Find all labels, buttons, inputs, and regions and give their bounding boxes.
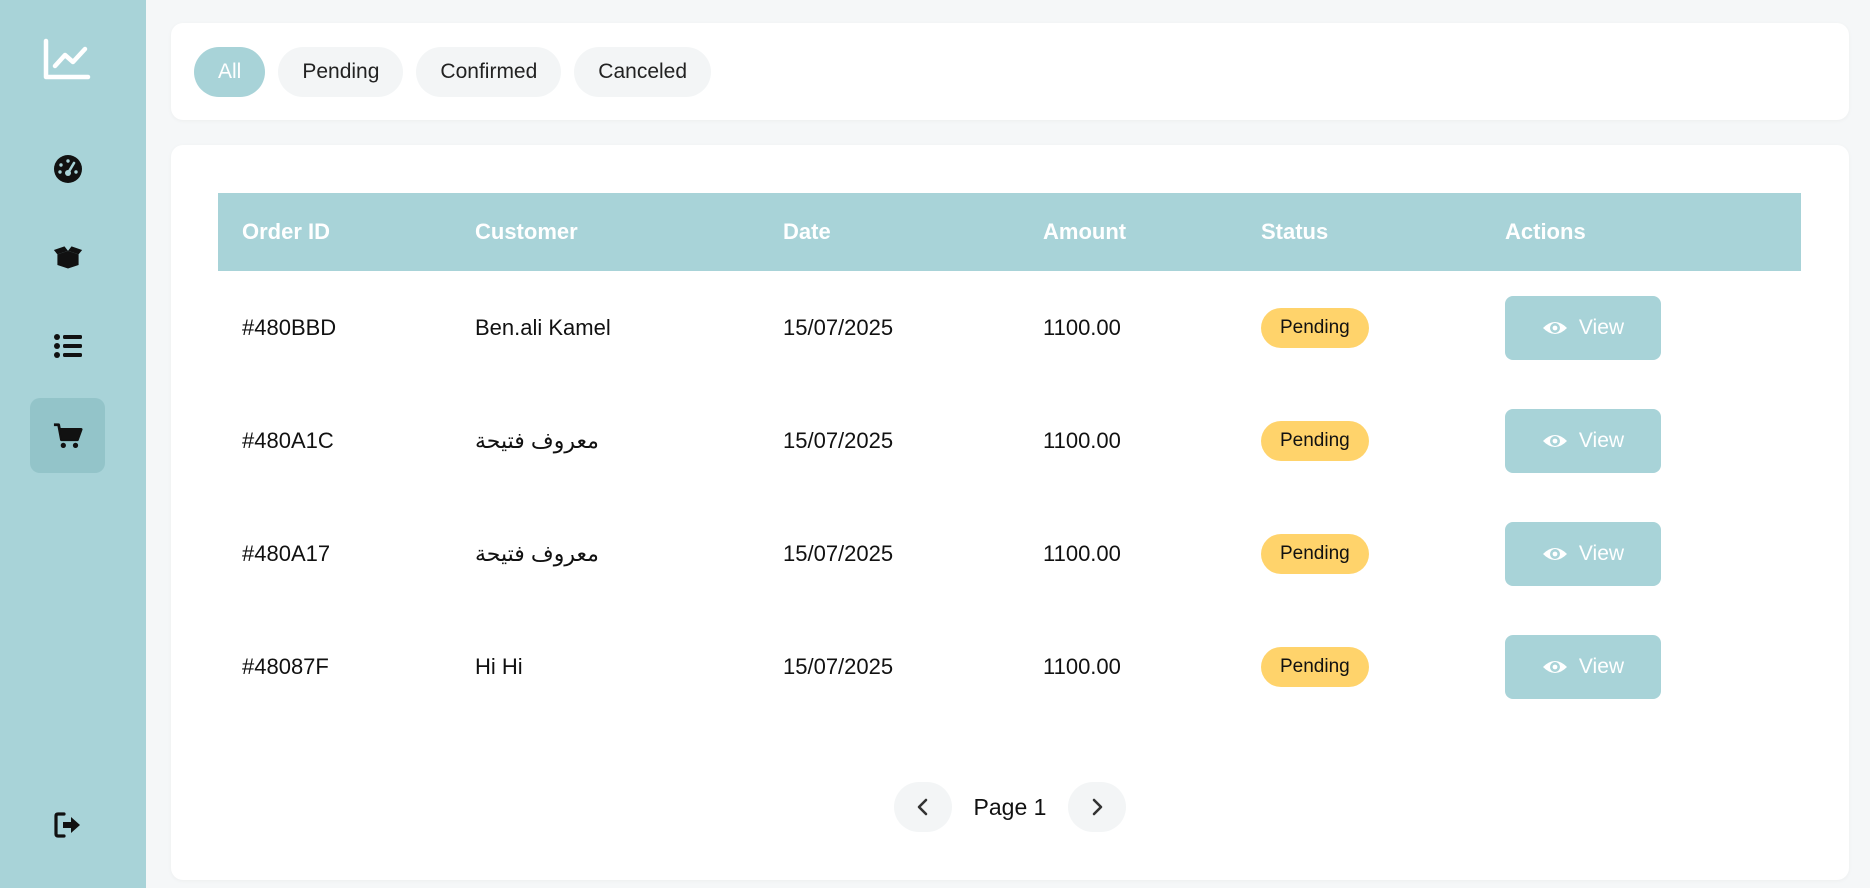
view-button-label: View: [1578, 541, 1625, 565]
filter-confirmed[interactable]: Confirmed: [416, 47, 562, 97]
table-row: #480A17 معروف فتيحة 15/07/2025 1100.00 P…: [218, 497, 1801, 610]
order-date: 15/07/2025: [783, 427, 894, 453]
order-date: 15/07/2025: [783, 653, 894, 679]
page-indicator: Page 1: [973, 793, 1047, 820]
sidebar: [0, 0, 146, 888]
pagination: Page 1: [171, 782, 1849, 832]
column-header-actions: Actions: [1505, 219, 1586, 244]
view-button[interactable]: View: [1505, 408, 1661, 473]
status-filters: All Pending Confirmed Canceled: [194, 47, 712, 97]
sidebar-item-dashboard[interactable]: [30, 131, 105, 206]
next-page-button[interactable]: [1068, 782, 1127, 832]
app-root: All Pending Confirmed Canceled Order ID …: [0, 0, 1870, 888]
filter-all[interactable]: All: [194, 47, 266, 97]
eye-icon: [1542, 547, 1567, 560]
logout-button[interactable]: [30, 787, 105, 862]
dashboard-gauge-icon: [53, 154, 82, 183]
eye-icon: [1542, 321, 1567, 334]
column-header-amount: Amount: [1043, 219, 1127, 244]
filter-bar: All Pending Confirmed Canceled: [171, 23, 1849, 120]
order-amount: 1100.00: [1043, 427, 1121, 453]
sign-out-icon: [53, 811, 80, 838]
filter-pending[interactable]: Pending: [278, 47, 404, 97]
table-header: Order ID Customer Date Amount Status Act…: [218, 193, 1801, 271]
customer-name: معروف فتيحة: [475, 427, 599, 453]
view-button-label: View: [1578, 428, 1625, 452]
column-header-order-id: Order ID: [242, 219, 331, 244]
order-id: #48087F: [242, 653, 329, 679]
chevron-right-icon: [1093, 798, 1103, 816]
sidebar-item-list[interactable]: [30, 308, 105, 383]
status-badge: Pending: [1261, 307, 1369, 348]
order-date: 15/07/2025: [783, 314, 894, 340]
orders-table: Order ID Customer Date Amount Status Act…: [218, 193, 1801, 723]
view-button[interactable]: View: [1505, 295, 1661, 360]
prev-page-button[interactable]: [893, 782, 952, 832]
line-chart-icon[interactable]: [43, 38, 91, 80]
column-header-customer: Customer: [475, 219, 578, 244]
view-button-label: View: [1578, 654, 1625, 678]
table-row: #480A1C معروف فتيحة 15/07/2025 1100.00 P…: [218, 384, 1801, 497]
order-date: 15/07/2025: [783, 540, 894, 566]
column-header-date: Date: [783, 219, 831, 244]
order-id: #480BBD: [242, 314, 337, 340]
view-button-label: View: [1578, 315, 1625, 339]
column-header-status: Status: [1261, 219, 1329, 244]
eye-icon: [1542, 660, 1567, 673]
order-id: #480A17: [242, 540, 331, 566]
sidebar-item-products[interactable]: [30, 219, 105, 294]
filter-canceled[interactable]: Canceled: [574, 47, 712, 97]
sidebar-item-orders[interactable]: [30, 398, 105, 473]
status-badge: Pending: [1261, 420, 1369, 461]
chevron-left-icon: [917, 798, 927, 816]
customer-name: Hi Hi: [475, 653, 523, 679]
list-icon: [53, 333, 82, 358]
main-content: All Pending Confirmed Canceled Order ID …: [146, 0, 1870, 888]
view-button[interactable]: View: [1505, 521, 1661, 586]
orders-card: Order ID Customer Date Amount Status Act…: [171, 145, 1849, 880]
order-amount: 1100.00: [1043, 314, 1121, 340]
order-amount: 1100.00: [1043, 540, 1121, 566]
box-open-icon: [53, 245, 82, 268]
order-amount: 1100.00: [1043, 653, 1121, 679]
view-button[interactable]: View: [1505, 634, 1661, 699]
customer-name: Ben.ali Kamel: [475, 314, 611, 340]
status-badge: Pending: [1261, 646, 1369, 687]
table-row: #48087F Hi Hi 15/07/2025 1100.00 Pending…: [218, 610, 1801, 723]
table-row: #480BBD Ben.ali Kamel 15/07/2025 1100.00…: [218, 271, 1801, 384]
status-badge: Pending: [1261, 533, 1369, 574]
order-id: #480A1C: [242, 427, 334, 453]
customer-name: معروف فتيحة: [475, 540, 599, 566]
eye-icon: [1542, 434, 1567, 447]
shopping-cart-icon: [53, 422, 83, 448]
